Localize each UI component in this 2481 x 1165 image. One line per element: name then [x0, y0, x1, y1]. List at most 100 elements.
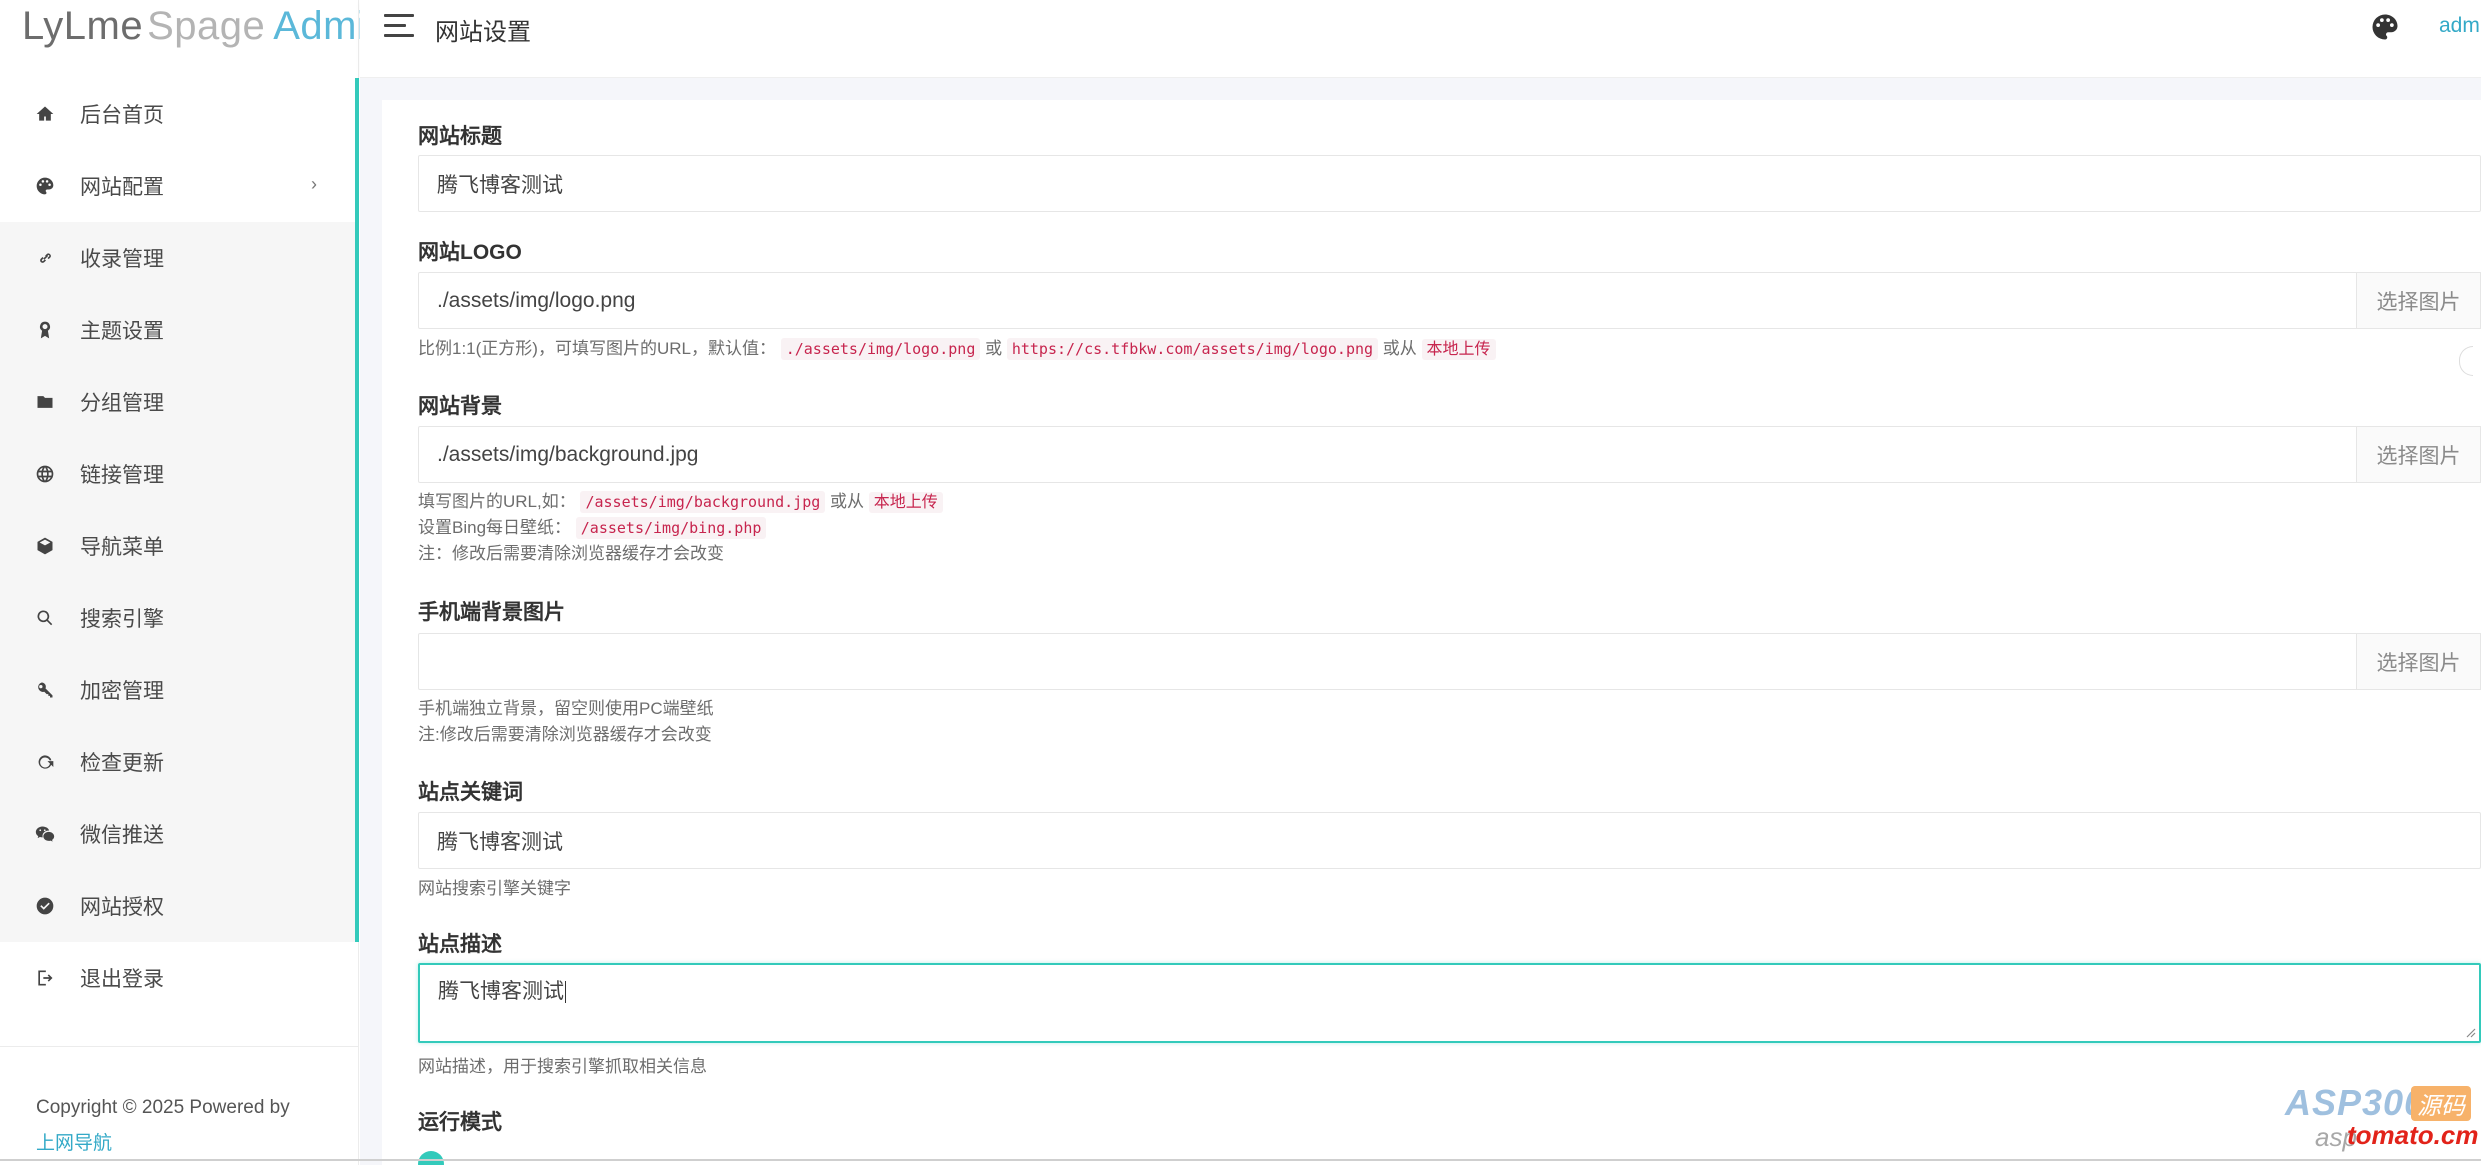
site-logo-input[interactable]: ./assets/img/logo.png: [418, 272, 2357, 329]
description-textarea[interactable]: 腾飞博客测试: [418, 963, 2481, 1043]
help-text: 或从: [830, 492, 865, 511]
top-header: 网站设置 adm: [360, 0, 2481, 78]
site-logo-label: 网站LOGO: [418, 241, 522, 264]
mobile-bg-input[interactable]: [418, 633, 2357, 690]
sidebar-item-theme[interactable]: 主题设置: [0, 294, 359, 366]
copyright-text: Copyright © 2025 Powered by: [36, 1097, 290, 1118]
chevron-right-icon: ›: [311, 174, 317, 194]
copyright-link[interactable]: 上网导航: [36, 1133, 112, 1154]
mobile-bg-help-1: 手机端独立背景，留空则使用PC端壁纸: [418, 699, 714, 718]
mobile-bg-select-button[interactable]: 选择图片: [2357, 633, 2481, 690]
help-text: 比例1:1(正方形)，可填写图片的URL，默认值：: [418, 339, 776, 358]
sidebar-item-dashboard[interactable]: 后台首页: [0, 78, 359, 150]
sidebar-item-label: 分组管理: [80, 392, 164, 415]
keywords-label: 站点关键词: [418, 781, 523, 804]
site-bg-select-button[interactable]: 选择图片: [2357, 426, 2481, 483]
search-icon: [34, 607, 56, 629]
description-text: 腾飞博客测试: [438, 980, 564, 1003]
sidebar-item-label: 检查更新: [80, 752, 164, 775]
keywords-input[interactable]: 腾飞博客测试: [418, 812, 2481, 869]
sidebar-item-label: 退出登录: [80, 968, 164, 991]
sidebar-item-site-config[interactable]: 网站配置 ›: [0, 150, 359, 222]
help-upload-tag: 本地上传: [1421, 339, 1496, 360]
wechat-icon: [34, 823, 56, 845]
sidebar-item-wechat-push[interactable]: 微信推送: [0, 798, 359, 870]
link-icon: [34, 247, 56, 269]
site-bg-help-1: 填写图片的URL,如： /assets/img/background.jpg 或…: [418, 489, 943, 516]
site-bg-label: 网站背景: [418, 395, 502, 418]
help-code: ./assets/img/logo.png: [780, 338, 981, 360]
brand-part2: Spage: [147, 4, 266, 48]
help-code: /assets/img/background.jpg: [580, 491, 826, 513]
mobile-bg-help-2: 注:修改后需要清除浏览器缓存才会改变: [418, 725, 712, 744]
logout-icon: [34, 967, 56, 989]
refresh-icon: [34, 751, 56, 773]
help-text: 或从: [1382, 339, 1417, 358]
run-mode-radio[interactable]: [418, 1151, 444, 1165]
description-label: 站点描述: [418, 933, 502, 956]
sidebar-item-label: 网站配置: [80, 176, 164, 199]
settings-card: 网站标题 腾飞博客测试 网站LOGO ./assets/img/logo.png…: [382, 100, 2481, 1165]
sidebar-item-encryption[interactable]: 加密管理: [0, 654, 359, 726]
bottom-divider: [0, 1159, 2481, 1161]
sidebar-item-license[interactable]: 网站授权: [0, 870, 359, 942]
sidebar-item-collect[interactable]: 收录管理: [0, 222, 359, 294]
sidebar-item-label: 网站授权: [80, 896, 164, 919]
sidebar-item-label: 链接管理: [80, 464, 164, 487]
check-circle-icon: [34, 895, 56, 917]
palette-icon: [34, 175, 56, 197]
watermark-domain-right: tomato.cm: [2347, 1120, 2479, 1150]
theme-palette-icon[interactable]: [2370, 12, 2400, 42]
description-help: 网站描述，用于搜索引擎抓取相关信息: [418, 1057, 707, 1076]
sidebar-item-groups[interactable]: 分组管理: [0, 366, 359, 438]
site-bg-help-2: 设置Bing每日壁纸： /assets/img/bing.php: [418, 515, 767, 541]
sidebar-item-label: 搜索引擎: [80, 608, 164, 631]
run-mode-label: 运行模式: [418, 1111, 502, 1134]
key-icon: [34, 679, 56, 701]
sidebar-item-update[interactable]: 检查更新: [0, 726, 359, 798]
award-icon: [34, 319, 56, 341]
globe-icon: [34, 463, 56, 485]
user-menu[interactable]: adm: [2439, 14, 2480, 38]
copyright: Copyright © 2025 Powered by 上网导航: [36, 1090, 290, 1162]
page-title: 网站设置: [435, 19, 531, 46]
watermark-badge: 源码: [2411, 1086, 2471, 1121]
sidebar-item-label: 后台首页: [80, 104, 164, 127]
site-bg-help-3: 注：修改后需要清除浏览器缓存才会改变: [418, 544, 724, 563]
help-text: 或: [985, 339, 1003, 358]
help-upload-tag: 本地上传: [868, 492, 943, 513]
help-text: 填写图片的URL,如：: [418, 492, 576, 511]
site-title-label: 网站标题: [418, 125, 502, 148]
watermark-brand: ASP300: [2285, 1082, 2426, 1123]
main-content: 网站标题 腾飞博客测试 网站LOGO ./assets/img/logo.png…: [360, 78, 2481, 1165]
sidebar-item-label: 导航菜单: [80, 536, 164, 559]
help-text: 设置Bing每日壁纸：: [418, 518, 572, 537]
text-caret: [565, 981, 566, 1004]
sidebar-item-logout[interactable]: 退出登录: [0, 942, 359, 1014]
brand-logo[interactable]: LyLme Spage Admin: [22, 0, 389, 70]
help-code: https://cs.tfbkw.com/assets/img/logo.png: [1006, 338, 1379, 360]
sidebar-item-nav-menu[interactable]: 导航菜单: [0, 510, 359, 582]
menu-toggle-icon[interactable]: [384, 14, 418, 38]
folder-icon: [34, 391, 56, 413]
sidebar-item-label: 微信推送: [80, 824, 164, 847]
brand-part1: LyLme: [22, 4, 144, 48]
sidebar: LyLme Spage Admin 后台首页 网站配置 › 收录管理 主题设置 …: [0, 0, 389, 1165]
keywords-help: 网站搜索引擎关键字: [418, 879, 571, 898]
sidebar-item-links[interactable]: 链接管理: [0, 438, 359, 510]
help-code: /assets/img/bing.php: [575, 517, 767, 539]
cube-icon: [34, 535, 56, 557]
site-bg-input[interactable]: ./assets/img/background.jpg: [418, 426, 2357, 483]
site-title-input[interactable]: 腾飞博客测试: [418, 155, 2481, 212]
sidebar-menu: 后台首页 网站配置 › 收录管理 主题设置 分组管理 链接管理 导航菜单 搜索引…: [0, 78, 359, 1014]
sidebar-item-label: 收录管理: [80, 248, 164, 271]
resize-handle-icon[interactable]: [2464, 1026, 2476, 1038]
sidebar-item-search-engine[interactable]: 搜索引擎: [0, 582, 359, 654]
site-logo-help: 比例1:1(正方形)，可填写图片的URL，默认值： ./assets/img/l…: [418, 336, 1496, 363]
sidebar-item-label: 主题设置: [80, 320, 164, 343]
sidebar-divider: [0, 1046, 359, 1047]
site-logo-select-button[interactable]: 选择图片: [2357, 272, 2481, 329]
watermark-logo: ASP300 源码 asp tomato.cm: [2285, 1082, 2479, 1152]
mobile-bg-label: 手机端背景图片: [418, 601, 565, 624]
sidebar-item-label: 加密管理: [80, 680, 164, 703]
